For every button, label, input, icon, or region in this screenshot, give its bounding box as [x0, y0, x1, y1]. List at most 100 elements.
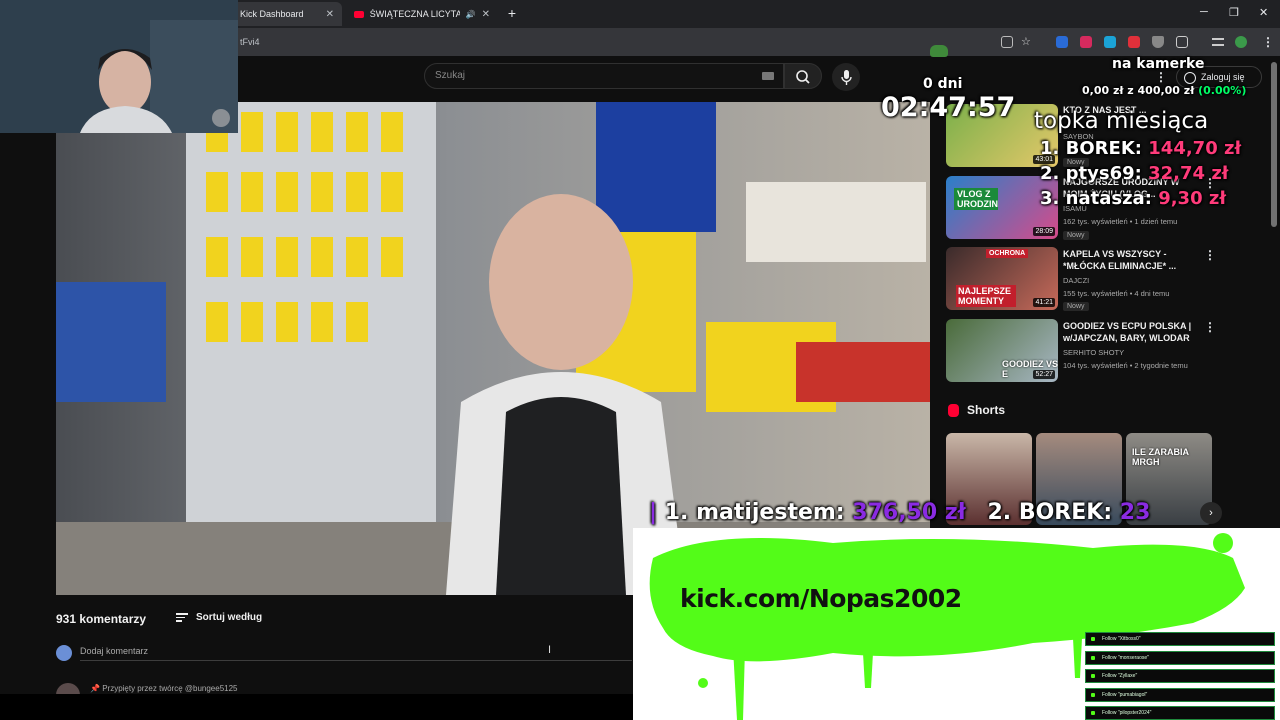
- top-list-entry: 2. ptys69: 32,74 zł: [1040, 163, 1228, 184]
- timer-days: 0 dni: [923, 76, 963, 92]
- donation-amount: 376,50 zł: [852, 500, 966, 525]
- extension-icon[interactable]: [1104, 36, 1116, 48]
- channel-name[interactable]: DAJCZI: [1063, 276, 1089, 285]
- top-list-title: topka miesiąca: [1034, 108, 1209, 134]
- microphone-icon: [841, 70, 852, 85]
- frog-emote-icon: [930, 45, 948, 57]
- comment-input-underline: [80, 660, 632, 661]
- puzzle-icon[interactable]: [1176, 36, 1188, 48]
- kick-url: kick.com/Nopas2002: [680, 584, 962, 613]
- shorts-icon: [948, 403, 959, 417]
- sort-button[interactable]: Sortuj według: [176, 611, 262, 624]
- new-tab-button[interactable]: +: [503, 5, 521, 23]
- goal-percent: (0.00%): [1198, 84, 1247, 97]
- more-options-icon[interactable]: ⋮: [1204, 248, 1216, 262]
- browser-menu-icon[interactable]: ⋮: [1262, 35, 1274, 49]
- shield-icon[interactable]: [1152, 36, 1164, 48]
- donation-ticker: | 1. matijestem: 376,50 zł 2. BOREK: 23: [649, 500, 1150, 525]
- goal-progress: 0,00 zł z 400,00 zł (0.00%): [1082, 84, 1246, 97]
- follow-alert: Follow "pilopster2024": [1085, 706, 1275, 720]
- video-thumbnail[interactable]: OCHRONA NAJLEPSZE MOMENTY 41:21: [946, 247, 1058, 310]
- rank: 2.: [987, 500, 1012, 525]
- minimize-icon[interactable]: ─: [1200, 6, 1208, 18]
- donation-amount: 32,74 zł: [1148, 163, 1229, 184]
- voice-search-button[interactable]: [832, 63, 860, 91]
- goal-title: na kamerke: [1112, 56, 1205, 72]
- streamer-webcam: [0, 0, 238, 133]
- thumbnail-text: NAJLEPSZE MOMENTY: [956, 285, 1016, 307]
- timer: 02:47:57: [881, 92, 1016, 123]
- close-window-icon[interactable]: ✕: [1259, 6, 1268, 19]
- sort-label: Sortuj według: [196, 611, 263, 623]
- avatar: [56, 645, 72, 661]
- keyboard-icon[interactable]: [762, 72, 774, 80]
- follow-alert: Follow "Xitboss0": [1085, 632, 1275, 646]
- tab-kick-dashboard[interactable]: Kick Dashboard ✕: [232, 2, 342, 26]
- add-comment-input[interactable]: Dodaj komentarz: [80, 646, 148, 656]
- rank: 3.: [1040, 188, 1060, 209]
- video-meta: 162 tys. wyświetleń • 1 dzień temu: [1063, 217, 1178, 226]
- video-title[interactable]: GOODIEZ VS ECPU POLSKA | w/JAPCZAN, BARY…: [1063, 320, 1203, 344]
- goal-amount: 0,00 zł z 400,00 zł: [1082, 84, 1195, 97]
- settings-menu-icon[interactable]: ⋮: [1155, 70, 1167, 84]
- top-list-entry: 1. BOREK: 144,70 zł: [1040, 138, 1241, 159]
- tab-label: Kick Dashboard: [240, 9, 304, 19]
- search-icon: [796, 70, 810, 84]
- speaker-icon[interactable]: 🔊: [466, 10, 476, 19]
- restore-icon[interactable]: ❐: [1229, 6, 1239, 19]
- login-label: Zaloguj się: [1201, 72, 1245, 82]
- top-list-entry: 3. nataszа: 9,30 zł: [1040, 188, 1226, 209]
- follow-alert: Follow "monseraose": [1085, 651, 1275, 665]
- webcam-frame: [0, 0, 238, 133]
- rank: 2.: [1040, 163, 1060, 184]
- tab-label: ŚWIĄTECZNA LICYTACJA P: [369, 9, 460, 19]
- close-icon[interactable]: ✕: [326, 9, 334, 20]
- donor-name: BOREK:: [1065, 138, 1142, 159]
- video-thumbnail[interactable]: GOODIEZ VS E 52:27: [946, 319, 1058, 382]
- text-cursor-icon: I: [548, 644, 552, 656]
- close-icon[interactable]: ✕: [482, 9, 490, 20]
- more-options-icon[interactable]: ⋮: [1204, 320, 1216, 334]
- video-title[interactable]: KAPELA VS WSZYSCY - *MŁÓCKA ELIMINACJE* …: [1063, 248, 1203, 272]
- extension-icon[interactable]: [1128, 36, 1140, 48]
- profile-avatar[interactable]: [1235, 36, 1247, 48]
- comment-count: 931 komentarzy: [56, 612, 147, 626]
- rank: 1.: [1040, 138, 1060, 159]
- search-button[interactable]: [784, 63, 822, 89]
- sort-icon: [176, 611, 188, 624]
- donation-amount: 9,30 zł: [1158, 188, 1227, 209]
- duration-badge: 41:21: [1033, 298, 1055, 307]
- shorts-label: Shorts: [967, 403, 1006, 417]
- donor-name: matijestem:: [696, 500, 845, 525]
- duration-badge: 52:27: [1033, 370, 1055, 379]
- donor-name: ptys69:: [1065, 163, 1142, 184]
- next-arrow-button[interactable]: ›: [1200, 502, 1222, 524]
- donation-amount: 23: [1119, 500, 1151, 525]
- thumbnail-text: OCHRONA: [986, 249, 1029, 258]
- install-app-icon[interactable]: [1001, 36, 1013, 48]
- screen: Kick Dashboard ✕ ŚWIĄTECZNA LICYTACJA P …: [0, 0, 1280, 720]
- donor-name: nataszа:: [1065, 188, 1152, 209]
- media-icon[interactable]: [1212, 38, 1224, 46]
- bottom-strip: [0, 694, 634, 720]
- follow-alert: Follow "Zyllaxe": [1085, 669, 1275, 683]
- extension-icon[interactable]: [1080, 36, 1092, 48]
- tab-youtube-video[interactable]: ŚWIĄTECZNA LICYTACJA P 🔊 ✕: [346, 2, 498, 26]
- pinned-text: Przypięty przez twórcę @bungee5125: [102, 684, 238, 693]
- follow-alert: Follow "pumabiagol": [1085, 688, 1275, 702]
- new-badge: Nowy: [1063, 302, 1089, 311]
- thumbnail-text: VLOG Z URODZIN: [954, 188, 998, 210]
- url-text: tFvi4: [240, 37, 260, 47]
- ticker-fragment: |: [649, 500, 658, 525]
- account-icon: [1184, 72, 1196, 84]
- shorts-heading: Shorts: [948, 403, 1005, 417]
- search-input[interactable]: Szukaj: [424, 63, 784, 89]
- extension-icon[interactable]: [1056, 36, 1068, 48]
- channel-name[interactable]: SERHITO SHOTY: [1063, 348, 1124, 357]
- short-title: ILE ZARABIA MRGH: [1132, 447, 1189, 467]
- bookmark-star-icon[interactable]: ☆: [1021, 36, 1033, 48]
- new-badge: Nowy: [1063, 231, 1089, 240]
- scrollbar[interactable]: [1271, 62, 1277, 227]
- rank: 1.: [664, 500, 689, 525]
- video-meta: 104 tys. wyświetleń • 2 tygodnie temu: [1063, 361, 1188, 370]
